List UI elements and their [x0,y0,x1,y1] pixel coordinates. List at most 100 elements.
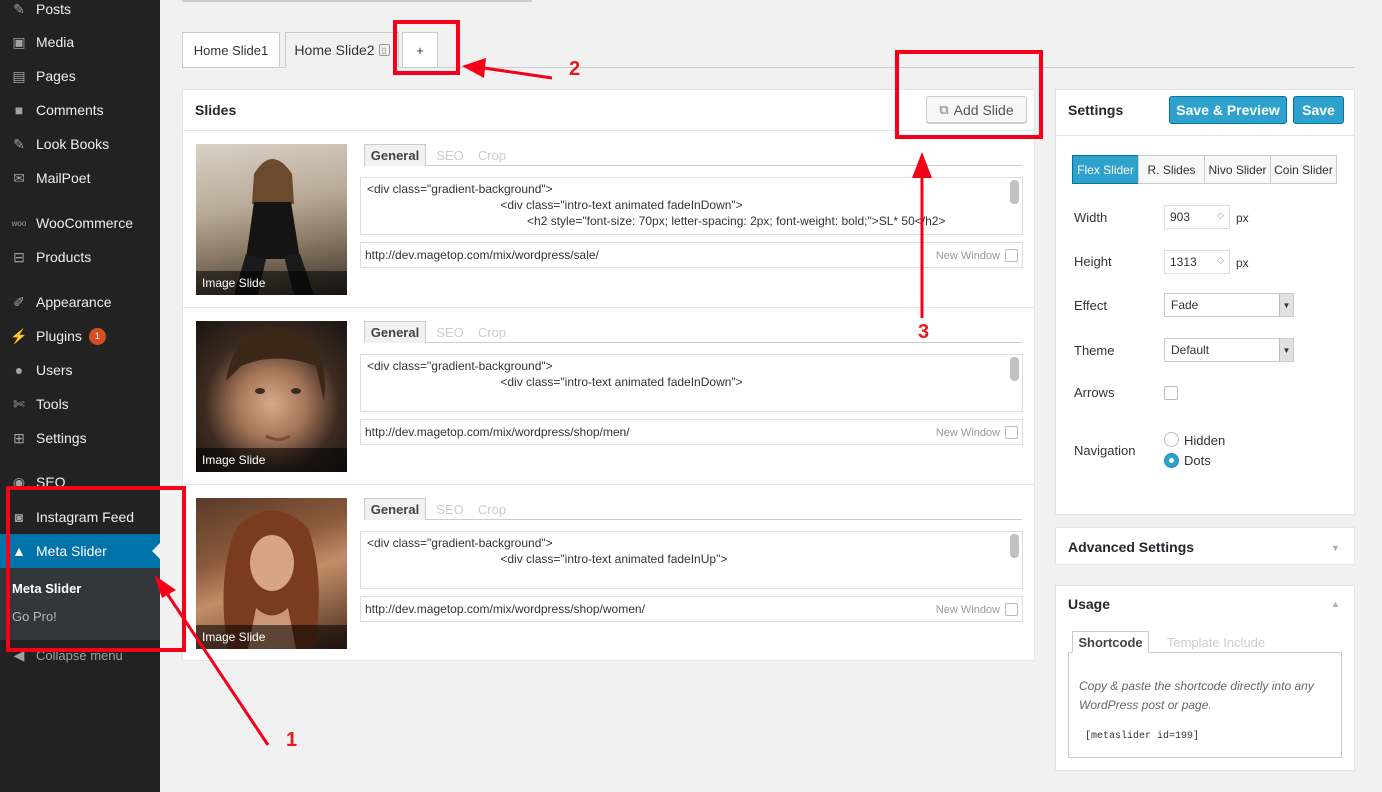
mail-icon: ✉ [13,169,25,186]
menu-posts[interactable]: ✎ Posts [0,0,160,26]
menu-appearance[interactable]: ✐ Appearance [0,285,160,319]
slide-tab-bar: General SEO Crop [364,498,1022,520]
menu-tools[interactable]: ✄ Tools [0,387,160,421]
tab-template-include[interactable]: Template Include [1156,631,1276,653]
thumb-label: Image Slide [196,625,347,649]
width-input[interactable]: 903 ◇ [1164,205,1230,229]
menu-plugins[interactable]: ⚡ Plugins 1 [0,319,160,353]
tab-crop[interactable]: Crop [472,144,512,166]
advanced-settings-title: Advanced Settings [1068,539,1195,555]
menu-label: Posts [36,1,72,17]
tab-general[interactable]: General [364,321,426,343]
tab-seo[interactable]: SEO [430,321,470,343]
r-slides-toggle[interactable]: R. Slides [1138,155,1205,184]
menu-look-books[interactable]: ✎ Look Books [0,127,160,161]
theme-label: Theme [1074,343,1115,358]
height-label: Height [1074,254,1112,269]
expand-arrow-icon[interactable]: ▼ [1331,543,1340,553]
lock-icon: ▯ [378,44,390,56]
menu-label: Pages [36,68,76,84]
menu-settings[interactable]: ⊞ Settings [0,421,160,455]
nav-hidden-radio[interactable] [1164,432,1179,447]
textarea-scrollbar[interactable] [1010,357,1019,381]
brush-icon: ✐ [13,293,25,310]
tab-seo[interactable]: SEO [430,144,470,166]
theme-select[interactable]: Default ▼ [1164,338,1294,362]
flex-slider-toggle[interactable]: Flex Slider [1072,155,1139,184]
menu-label: WooCommerce [36,215,133,231]
height-input[interactable]: 1313 ◇ [1164,250,1230,274]
menu-media[interactable]: ▣ Media [0,25,160,59]
slide-thumbnail[interactable]: Image Slide [196,144,347,295]
shortcode-value[interactable]: [metaslider id=199] [1085,731,1199,742]
slide-row: Image Slide General SEO Crop <div class=… [183,308,1034,485]
menu-mailpoet[interactable]: ✉ MailPoet [0,161,160,195]
nav-dots-label: Dots [1184,453,1211,468]
url-value: http://dev.magetop.com/mix/wordpress/sal… [365,248,599,262]
slide-caption-textarea[interactable]: <div class="gradient-background"> <div c… [360,354,1023,412]
nivo-slider-toggle[interactable]: Nivo Slider [1204,155,1271,184]
new-window-checkbox[interactable] [1005,603,1018,616]
slide-caption-textarea[interactable]: <div class="gradient-background"> <div c… [360,177,1023,235]
menu-users[interactable]: ● Users [0,353,160,387]
new-window-checkbox[interactable] [1005,426,1018,439]
pages-icon: ▤ [12,67,26,84]
menu-label: Settings [36,430,87,446]
update-count-badge: 1 [88,327,106,345]
menu-label: Media [36,34,75,50]
menu-woocommerce[interactable]: woo WooCommerce [0,206,160,240]
tab-label: Home Slide2 [294,42,375,58]
slide-url-input[interactable]: http://dev.magetop.com/mix/wordpress/sal… [360,242,1023,268]
spinner-icon[interactable]: ◇ [1217,255,1224,266]
usage-description: Copy & paste the shortcode directly into… [1079,679,1314,712]
annotation-label-2: 2 [569,58,581,80]
slide-thumbnail[interactable]: Image Slide [196,498,347,649]
new-window-label: New Window [935,604,1000,616]
slide-url-input[interactable]: http://dev.magetop.com/mix/wordpress/sho… [360,419,1023,445]
coin-slider-toggle[interactable]: Coin Slider [1270,155,1337,184]
save-button[interactable]: Save [1293,96,1344,124]
tab-home-slide2[interactable]: Home Slide2 ▯ [285,32,399,68]
annotation-label-1: 1 [286,729,298,751]
textarea-scrollbar[interactable] [1010,534,1019,558]
pushpin-icon: ✎ [13,0,25,17]
chevron-down-icon: ▼ [1279,294,1293,316]
chevron-down-icon: ▼ [1279,339,1293,361]
media-icon: ▣ [12,33,26,50]
nav-dots-radio[interactable] [1164,453,1179,468]
collapse-arrow-icon[interactable]: ▲ [1331,599,1340,609]
textarea-scrollbar[interactable] [1010,180,1019,204]
new-window-label: New Window [935,250,1000,262]
arrows-checkbox[interactable] [1164,386,1178,400]
menu-comments[interactable]: ■ Comments [0,93,160,127]
annotation-box-2 [393,20,460,75]
slide-thumbnail[interactable]: Image Slide [196,321,347,472]
woo-icon: woo [11,218,27,228]
tab-general[interactable]: General [364,144,426,166]
slide-url-input[interactable]: http://dev.magetop.com/mix/wordpress/sho… [360,596,1023,622]
tab-seo[interactable]: SEO [430,498,470,520]
slides-title: Slides [195,102,237,118]
new-window-checkbox[interactable] [1005,249,1018,262]
width-label: Width [1074,210,1108,225]
arrows-label: Arrows [1074,385,1115,400]
save-preview-button[interactable]: Save & Preview [1169,96,1287,124]
width-unit: px [1236,211,1249,225]
tab-crop[interactable]: Crop [472,321,512,343]
slide-caption-textarea[interactable]: <div class="gradient-background"> <div c… [360,531,1023,589]
url-value: http://dev.magetop.com/mix/wordpress/sho… [365,425,630,439]
tab-home-slide1[interactable]: Home Slide1 [182,32,280,68]
settings-icon: ⊞ [13,429,25,446]
navigation-label: Navigation [1074,443,1136,458]
pushpin-icon: ✎ [13,135,25,152]
plugin-icon: ⚡ [10,327,28,344]
tab-shortcode[interactable]: Shortcode [1072,631,1149,653]
tab-general[interactable]: General [364,498,426,520]
menu-pages[interactable]: ▤ Pages [0,59,160,93]
effect-select[interactable]: Fade ▼ [1164,293,1294,317]
new-window-label: New Window [935,427,1000,439]
menu-products[interactable]: ⊟ Products [0,240,160,274]
tab-crop[interactable]: Crop [472,498,512,520]
annotation-label-3: 3 [918,321,930,343]
spinner-icon[interactable]: ◇ [1217,210,1224,221]
